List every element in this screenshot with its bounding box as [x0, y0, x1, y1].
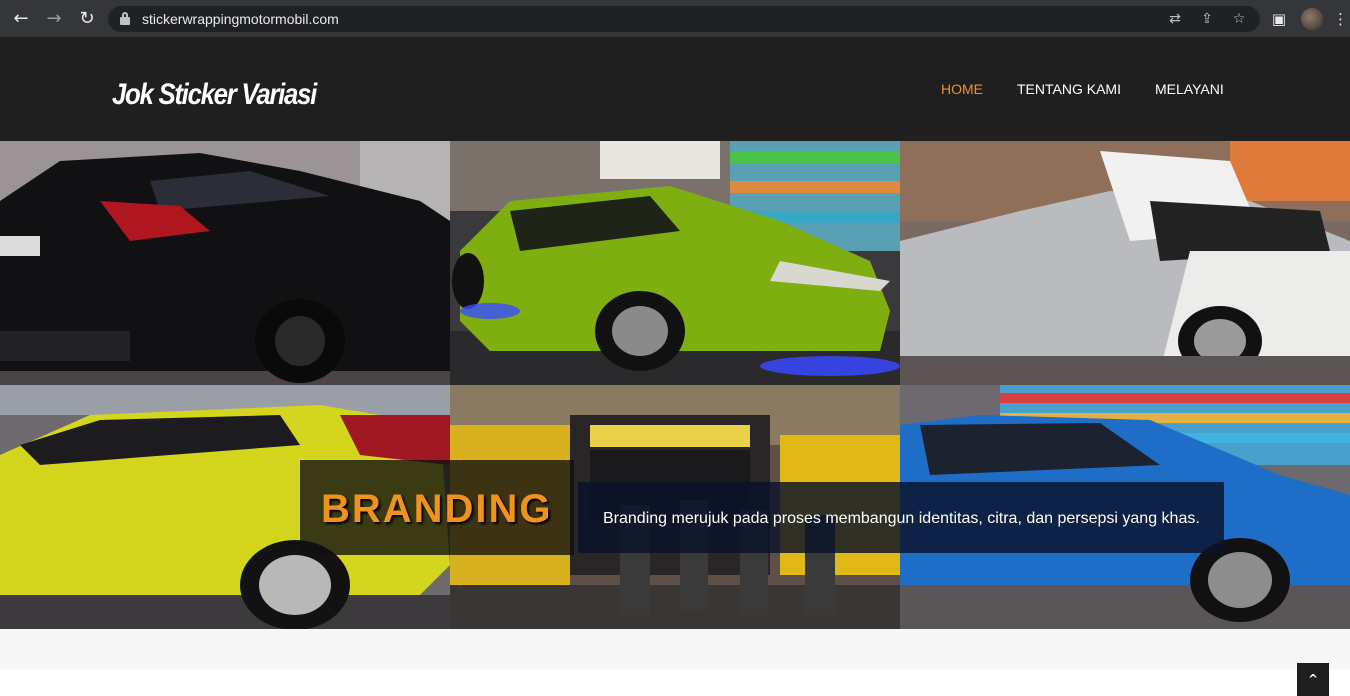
- nav-tentang-kami[interactable]: TENTANG KAMI: [1017, 81, 1121, 97]
- more-icon[interactable]: ⋮: [1333, 8, 1348, 30]
- translate-icon[interactable]: ⇄: [1166, 10, 1184, 28]
- address-bar[interactable]: stickerwrappingmotormobil.com ⇄ ⇪ ☆: [108, 6, 1260, 32]
- black-suv-photo: [0, 141, 450, 385]
- site-header: Jok Sticker Variasi HOME TENTANG KAMI ME…: [0, 38, 1350, 141]
- silver-white-car-photo: [900, 141, 1350, 385]
- site-logo[interactable]: Jok Sticker Variasi: [112, 78, 317, 112]
- url-text[interactable]: stickerwrappingmotormobil.com: [142, 11, 339, 27]
- back-icon[interactable]: ←: [10, 8, 32, 30]
- hero-description: Branding merujuk pada proses membangun i…: [603, 510, 1200, 527]
- lime-green-hatchback-photo: [450, 141, 900, 385]
- nav-home[interactable]: HOME: [941, 81, 983, 97]
- share-icon[interactable]: ⇪: [1198, 10, 1216, 28]
- nav-melayani[interactable]: MELAYANI: [1155, 81, 1224, 97]
- hero-title: BRANDING: [321, 487, 553, 531]
- chevron-up-icon[interactable]: ^: [1297, 663, 1329, 696]
- reload-icon[interactable]: ↻: [76, 8, 98, 30]
- hero-slider: [0, 141, 1350, 629]
- forward-icon[interactable]: →: [43, 8, 65, 30]
- browser-toolbar: ← → ↻ stickerwrappingmotormobil.com ⇄ ⇪ …: [0, 0, 1350, 38]
- lock-icon[interactable]: [120, 12, 130, 25]
- side-panel-icon[interactable]: ▣: [1268, 8, 1290, 30]
- page-bottom: [0, 669, 1350, 696]
- profile-avatar[interactable]: [1301, 8, 1323, 30]
- content-area: [0, 629, 1350, 669]
- star-icon[interactable]: ☆: [1230, 10, 1248, 28]
